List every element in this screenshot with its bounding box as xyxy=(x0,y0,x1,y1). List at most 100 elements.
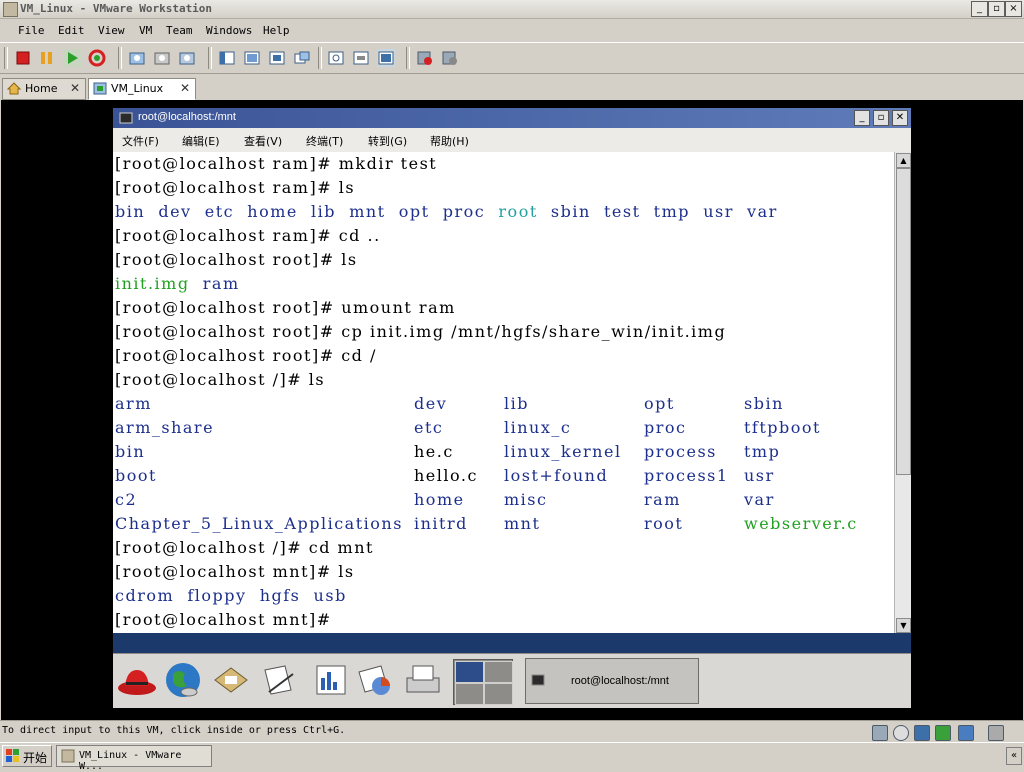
window-title: VM_Linux - VMware Workstation xyxy=(20,2,213,15)
menu-file[interactable]: File xyxy=(18,24,45,37)
workspace-3[interactable] xyxy=(455,683,484,705)
terminal-title-bar[interactable]: root@localhost:/mnt _ ▫ ✕ xyxy=(113,108,911,128)
presentation-icon[interactable] xyxy=(355,660,395,700)
ls-entry: arm_share xyxy=(115,418,215,437)
network-icon[interactable] xyxy=(935,725,951,741)
close-tab-icon[interactable]: ✕ xyxy=(180,81,190,95)
full-screen-icon[interactable] xyxy=(268,49,286,67)
vm-icon xyxy=(93,82,107,98)
suspend-icon[interactable] xyxy=(38,49,56,67)
mail-icon[interactable] xyxy=(211,660,251,700)
summary-view-icon[interactable] xyxy=(327,49,345,67)
power-on-icon[interactable] xyxy=(63,49,81,67)
guest-menu-terminal[interactable]: 终端(T) xyxy=(306,133,343,149)
ls-entry: process1 xyxy=(644,466,729,485)
start-button[interactable]: 开始 xyxy=(2,745,52,767)
quick-switch-icon[interactable] xyxy=(243,49,261,67)
console-view-icon[interactable] xyxy=(377,49,395,67)
terminal-line: [root@localhost root]# cp init.img /mnt/… xyxy=(115,322,727,341)
menu-edit[interactable]: Edit xyxy=(58,24,85,37)
tab-vm-linux-label: VM_Linux xyxy=(111,82,164,95)
ls-entry: usr xyxy=(744,466,775,485)
cd-rom-icon[interactable] xyxy=(893,725,909,741)
web-browser-icon[interactable] xyxy=(163,660,203,700)
usb-icon[interactable] xyxy=(958,725,974,741)
ls-entry: root xyxy=(644,514,684,533)
ls-entry: tftpboot xyxy=(744,418,821,437)
menu-team[interactable]: Team xyxy=(166,24,193,37)
ls-entry: misc xyxy=(504,490,548,509)
record-icon[interactable] xyxy=(416,49,434,67)
terminal-line: [root@localhost mnt]# ls xyxy=(115,562,355,581)
ls-entry: lib xyxy=(504,394,529,413)
workspace-1[interactable] xyxy=(455,661,484,683)
printer-icon[interactable] xyxy=(403,660,443,700)
scroll-up-icon[interactable]: ▲ xyxy=(896,153,911,168)
terminal-output[interactable]: [root@localhost ram]# mkdir test [root@l… xyxy=(113,152,894,633)
terminal-prompt[interactable]: [root@localhost mnt]# xyxy=(115,608,338,632)
scroll-down-icon[interactable]: ▼ xyxy=(896,618,911,633)
floppy-icon[interactable] xyxy=(914,725,930,741)
text-editor-icon[interactable] xyxy=(259,660,299,700)
close-tab-icon[interactable]: ✕ xyxy=(70,81,80,95)
hard-disk-icon[interactable] xyxy=(872,725,888,741)
power-off-icon[interactable] xyxy=(14,49,32,67)
ls-dir-list: sbin test tmp usr var xyxy=(550,202,778,221)
workspace-switcher[interactable] xyxy=(453,659,513,705)
message-log-icon[interactable] xyxy=(988,725,1004,741)
show-sidebar-icon[interactable] xyxy=(218,49,236,67)
terminal-line: [root@localhost root]# umount ram xyxy=(115,298,456,317)
menu-bar: File Edit View VM Team Windows Help xyxy=(0,20,1024,42)
redhat-menu-icon[interactable] xyxy=(117,660,157,700)
menu-help[interactable]: Help xyxy=(263,24,290,37)
guest-menu-edit[interactable]: 编辑(E) xyxy=(182,133,220,149)
unity-icon[interactable] xyxy=(293,49,311,67)
revert-snapshot-icon[interactable] xyxy=(153,49,171,67)
scrollbar-thumb[interactable] xyxy=(896,168,911,475)
terminal-scrollbar[interactable]: ▲ ▼ xyxy=(894,152,911,633)
tab-home[interactable]: Home ✕ xyxy=(2,78,86,100)
guest-menu-help[interactable]: 帮助(H) xyxy=(430,133,469,149)
ls-entry: var xyxy=(744,490,775,509)
maximize-button[interactable]: ▫ xyxy=(988,1,1005,17)
ls-entry: mnt xyxy=(504,514,541,533)
workspace-4[interactable] xyxy=(484,683,513,705)
menu-view[interactable]: View xyxy=(98,24,125,37)
snapshot-manager-icon[interactable] xyxy=(178,49,196,67)
minimize-button[interactable]: _ xyxy=(971,1,988,17)
ls-output-line: init.img ram xyxy=(115,272,240,296)
replay-icon[interactable] xyxy=(441,49,459,67)
ls-entry: tmp xyxy=(744,442,781,461)
guest-close-button[interactable]: ✕ xyxy=(892,110,908,126)
ls-entry: linux_c xyxy=(504,418,572,437)
ls-entry: he.c xyxy=(414,442,454,461)
ls-entry: webserver.c xyxy=(744,514,858,533)
guest-menu-file[interactable]: 文件(F) xyxy=(122,133,159,149)
menu-windows[interactable]: Windows xyxy=(206,24,252,37)
terminal-line: [root@localhost root]# ls xyxy=(115,250,358,269)
guest-menu-go[interactable]: 转到(G) xyxy=(368,133,407,149)
vmware-app-icon xyxy=(3,2,18,17)
terminal-title: root@localhost:/mnt xyxy=(138,111,236,123)
guest-taskbar-button[interactable]: root@localhost:/mnt xyxy=(525,658,699,704)
vmware-title-bar: VM_Linux - VMware Workstation _ ▫ × xyxy=(0,0,1024,19)
tab-vm-linux[interactable]: VM_Linux ✕ xyxy=(88,78,196,100)
show-hidden-icons-button[interactable]: « xyxy=(1006,747,1022,765)
terminal-line: [root@localhost ram]# mkdir test xyxy=(115,154,438,173)
tab-home-label: Home xyxy=(25,82,58,95)
spreadsheet-icon[interactable] xyxy=(311,660,351,700)
guest-maximize-button[interactable]: ▫ xyxy=(873,110,889,126)
ls-link-entry: root xyxy=(498,202,538,221)
appliance-view-icon[interactable] xyxy=(352,49,370,67)
menu-vm[interactable]: VM xyxy=(139,24,152,37)
workspace-2[interactable] xyxy=(484,661,513,683)
guest-menu-view[interactable]: 查看(V) xyxy=(244,133,282,149)
snapshot-icon[interactable] xyxy=(128,49,146,67)
ls-dir-list: bin dev etc home lib mnt opt proc xyxy=(115,202,486,221)
ls-entry: linux_kernel xyxy=(504,442,622,461)
guest-minimize-button[interactable]: _ xyxy=(854,110,870,126)
close-button[interactable]: × xyxy=(1005,1,1022,17)
status-text: To direct input to this VM, click inside… xyxy=(2,725,346,736)
reset-icon[interactable] xyxy=(88,49,106,67)
taskbar-item-vmware[interactable]: VM_Linux - VMware W... xyxy=(56,745,212,772)
